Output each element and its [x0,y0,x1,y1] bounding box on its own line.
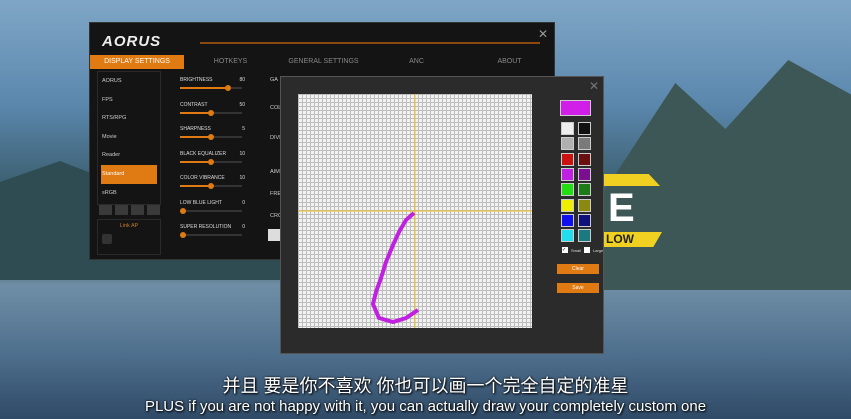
banner: E LOW [604,174,664,248]
slider-thumb[interactable] [224,85,231,91]
slider-thumb[interactable] [208,158,214,165]
palette-swatch[interactable] [561,213,574,227]
slider-thumb[interactable] [208,183,214,189]
slider-thumb[interactable] [208,134,214,140]
slider-thumb[interactable] [180,232,186,238]
palette-swatch[interactable] [578,167,591,181]
clear-button[interactable]: Clear [557,264,599,274]
crosshair-draw-dialog: ✕ ✓ Small Large Clear Save [280,76,604,354]
slider-value: 50 [239,101,245,108]
link-ap-panel: Link AP [97,219,161,255]
slider-sharpness[interactable]: SHARPNESS 5 [180,126,245,140]
drawing-grid[interactable] [298,94,532,328]
mode-fps[interactable]: FPS [98,91,160,110]
slider-label: BRIGHTNESS [180,77,213,83]
slider-label: CONTRAST [180,101,208,108]
drawing-canvas[interactable] [298,94,532,328]
header-accent-line [200,42,540,44]
slider-label: BLACK EQUALIZER [180,150,227,157]
large-label: Large [593,247,604,253]
slider-low-blue-light[interactable]: LOW BLUE LIGHT 0 [180,199,245,214]
slider-value: 0 [242,199,245,206]
slider-track[interactable] [180,85,242,91]
slider-thumb[interactable] [180,207,186,214]
mode-action-button[interactable] [115,205,128,215]
palette-swatch[interactable] [561,167,574,181]
close-icon[interactable]: ✕ [538,27,548,41]
palette-swatch[interactable] [578,122,591,135]
slider-track[interactable] [180,207,242,214]
slider-brightness[interactable]: BRIGHTNESS 80 [180,77,245,91]
aorus-logo: AORUS [102,33,162,50]
mode-reader[interactable]: Reader [98,146,160,165]
mode-rts-rpg[interactable]: RTS/RPG [98,109,160,128]
mode-aorus[interactable]: AORUS [98,72,160,91]
slider-track[interactable] [180,109,242,116]
slider-label: SHARPNESS [180,126,211,132]
slider-value: 10 [239,150,245,157]
small-checkbox[interactable]: ✓ [562,247,568,253]
slider-label: LOW BLUE LIGHT [180,199,222,206]
mode-action-button[interactable] [99,205,112,215]
banner-letter: E [608,186,635,230]
save-button[interactable]: Save [557,283,599,293]
tab-display-settings[interactable]: DISPLAY SETTINGS [90,55,184,69]
slider-value: 10 [239,175,245,181]
palette-swatch[interactable] [561,198,574,212]
large-checkbox[interactable] [584,247,591,253]
slider-thumb[interactable] [208,109,214,116]
slider-black-equalizer[interactable]: BLACK EQUALIZER 10 [180,150,245,165]
mode-srgb[interactable]: sRGB [98,184,160,203]
subtitle-english: PLUS if you are not happy with it, you c… [144,398,707,415]
link-ap-label: Link AP [119,223,139,229]
mode-action-button[interactable] [131,205,144,215]
slider-value: 5 [242,126,245,132]
palette-swatch[interactable] [578,229,591,243]
tab-bar: DISPLAY SETTINGS HOTKEYS GENERAL SETTING… [90,55,556,69]
palette-swatch[interactable] [578,213,591,227]
palette-swatch[interactable] [561,229,574,243]
tab-hotkeys[interactable]: HOTKEYS [184,55,277,69]
slider-track[interactable] [180,134,242,140]
game-assist-label: GA [270,77,278,83]
mode-action-button[interactable] [147,205,160,215]
aim-label: AIM [270,169,280,175]
tab-anc[interactable]: ANC [370,55,463,69]
subtitle-chinese: 并且 要是你不喜欢 你也可以画一个完全自定的准星 [222,376,629,396]
palette-swatch[interactable] [578,183,591,197]
palette-swatch[interactable] [578,137,591,151]
brush-size-options: ✓ Small Large [562,247,603,253]
small-label: Small [571,247,582,253]
current-color-swatch [560,100,591,116]
slider-track[interactable] [180,232,242,238]
crosshair-preview[interactable] [268,229,280,241]
slider-value: 80 [239,77,245,83]
palette-swatch[interactable] [561,183,574,197]
slider-contrast[interactable]: CONTRAST 50 [180,101,245,116]
mode-action-buttons [99,205,160,215]
mode-standard[interactable]: Standard [101,164,157,184]
slider-label: SUPER RESOLUTION [180,224,232,230]
tab-general-settings[interactable]: GENERAL SETTINGS [277,55,370,69]
tab-about[interactable]: ABOUT [463,55,556,69]
slider-track[interactable] [180,158,242,165]
palette-swatch[interactable] [561,122,574,135]
palette-swatch[interactable] [561,137,574,151]
palette-swatch[interactable] [578,152,591,166]
link-ap-toggle[interactable] [102,234,112,244]
mode-list: AORUS FPS RTS/RPG Movie Reader Standard … [97,71,161,205]
banner-text: LOW [604,232,662,247]
slider-value: 0 [242,224,245,230]
slider-track[interactable] [180,183,242,189]
slider-super-resolution[interactable]: SUPER RESOLUTION 0 [180,224,245,238]
dialog-close-icon[interactable]: ✕ [589,79,599,93]
palette-swatch[interactable] [561,152,574,166]
mode-movie[interactable]: Movie [98,128,160,147]
slider-label: COLOR VIBRANCE [180,175,225,181]
slider-color-vibrance[interactable]: COLOR VIBRANCE 10 [180,175,245,189]
palette-swatch[interactable] [578,198,591,212]
drawn-stroke [370,211,420,325]
